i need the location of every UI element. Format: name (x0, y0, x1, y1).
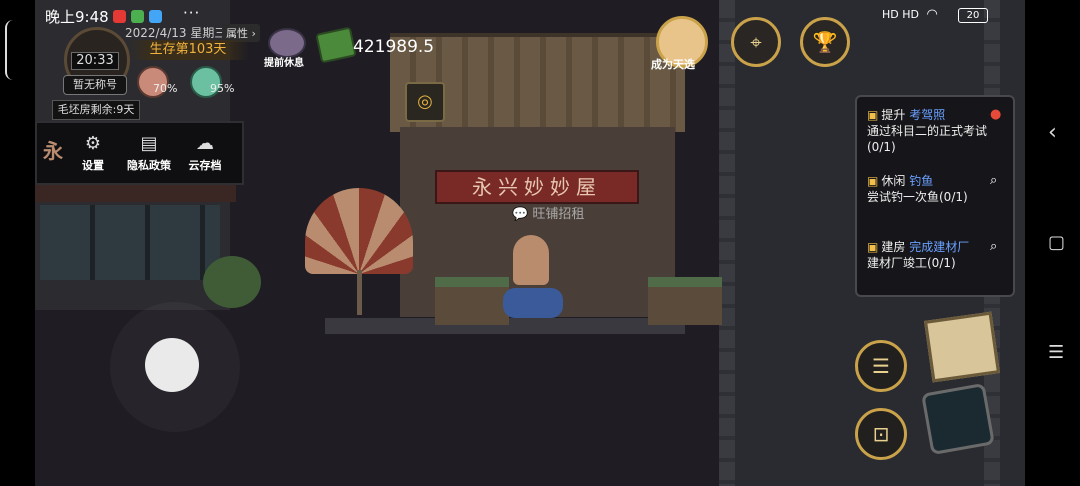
coins-sign-icon[interactable]: ◎ (405, 82, 445, 122)
trophy-icon[interactable]: 🏆 (800, 17, 850, 67)
quest-category: 休闲 (881, 174, 906, 188)
phone-icon[interactable] (921, 382, 995, 456)
clock-time: 20:33 (71, 52, 119, 70)
umbrella-pole (357, 270, 362, 315)
clipboard-icon: ▣ (867, 108, 879, 122)
mood-percent: 70% (153, 82, 178, 95)
title-badge[interactable]: 暂无称号 (63, 75, 127, 95)
more-dots-icon: ··· (183, 4, 201, 22)
quest-category: 建房 (881, 240, 906, 254)
left-building-window (40, 205, 220, 280)
status-time: 晚上9:48 (45, 8, 109, 26)
wifi-icon: ◠ (926, 7, 938, 22)
shop-rent-label: 旺铺招租 (532, 207, 585, 222)
joystick-knob[interactable] (145, 338, 199, 392)
privacy-label: 隐私政策 (127, 159, 171, 172)
home-icon[interactable]: ▢ (1048, 232, 1065, 253)
health-percent: 95% (210, 82, 235, 95)
search-icon[interactable]: ⌕ (990, 173, 997, 188)
attributes-label: 属性 (226, 27, 248, 40)
player-character (513, 235, 549, 285)
left-building-sign (35, 182, 236, 202)
rest-early-label[interactable]: 提前休息 (264, 54, 304, 69)
menu-icon[interactable]: ☰ (1048, 342, 1064, 363)
left-system-gutter (0, 0, 35, 486)
document-icon: ▤ (140, 133, 158, 154)
planter-right (648, 277, 722, 325)
quest-item[interactable]: ▣ 提升 考驾照 通过科目二的正式考试(0/1) (867, 107, 1005, 155)
game-date: 2022/4/13 星期三 (125, 26, 227, 40)
cloud-save-label: 云存档 (188, 159, 222, 172)
edge-handle[interactable] (5, 20, 13, 80)
money-amount: 421989.5 (353, 37, 435, 57)
search-icon[interactable]: ⌕ (990, 239, 997, 254)
quest-description: 尝试钓一次鱼(0/1) (867, 190, 968, 204)
privacy-policy-button[interactable]: ▤ 隐私政策 (121, 133, 177, 173)
signal-label: HD HD (882, 8, 919, 21)
app-notification-icon (113, 10, 126, 23)
shop-sign: 永兴妙妙屋 (435, 170, 639, 204)
battery-icon: 20 (958, 8, 988, 23)
quick-menu: 永 ⚙ 设置 ▤ 隐私政策 ☁ 云存档 (35, 121, 244, 185)
quest-highlight: 完成建材厂 (909, 240, 970, 254)
task-list-icon[interactable]: ☰ (855, 340, 907, 392)
chevron-right-icon: › (248, 27, 256, 40)
back-icon[interactable]: ‹ (1048, 120, 1057, 145)
quest-highlight: 钓鱼 (909, 174, 934, 188)
quest-item[interactable]: ▣ 建房 完成建材厂 建材厂竣工(0/1) (867, 239, 1005, 271)
planter-left (435, 277, 509, 325)
quest-description: 通过科目二的正式考试(0/1) (867, 124, 988, 154)
settings-button[interactable]: ⚙ 设置 (65, 133, 121, 173)
settings-label: 设置 (82, 159, 104, 172)
potted-bush (203, 256, 261, 308)
quest-description: 建材厂竣工(0/1) (867, 256, 956, 270)
quest-item[interactable]: ▣ 休闲 钓鱼 尝试钓一次鱼(0/1) (867, 173, 1005, 205)
gallery-icon (149, 10, 162, 23)
housing-rent-remaining: 毛坯房剩余:9天 (52, 100, 140, 120)
clipboard-icon: ▣ (867, 174, 879, 188)
player-scooter (503, 288, 563, 318)
quest-category: 提升 (881, 108, 906, 122)
cloud-save-button[interactable]: ☁ 云存档 (177, 133, 233, 173)
quest-panel: ▣ 提升 考驾照 通过科目二的正式考试(0/1) ● ▣ 休闲 钓鱼 尝试钓一次鱼(… (855, 95, 1015, 297)
map-icon[interactable]: ⌖ (731, 17, 781, 67)
gear-icon: ⚙ (84, 133, 102, 154)
become-chosen-label[interactable]: 成为天选 (651, 56, 695, 72)
package-box-icon[interactable] (924, 311, 1000, 383)
chat-bubble-icon: 💬 (512, 207, 529, 222)
backpack-icon[interactable]: ⊡ (855, 408, 907, 460)
signal-indicator: HD HD ◠ (882, 7, 938, 22)
curb-left (719, 0, 735, 486)
shop-rent-notice[interactable]: 💬 旺铺招租 (512, 203, 584, 222)
storefront-fragment: 永 (43, 139, 63, 163)
clipboard-icon: ▣ (867, 240, 879, 254)
survival-days: 生存第103天 (128, 40, 248, 60)
play-store-icon (131, 10, 144, 23)
cloud-upload-icon: ☁ (196, 133, 214, 154)
quest-highlight: 考驾照 (909, 108, 946, 122)
location-pin-icon[interactable]: ● (990, 107, 1001, 122)
